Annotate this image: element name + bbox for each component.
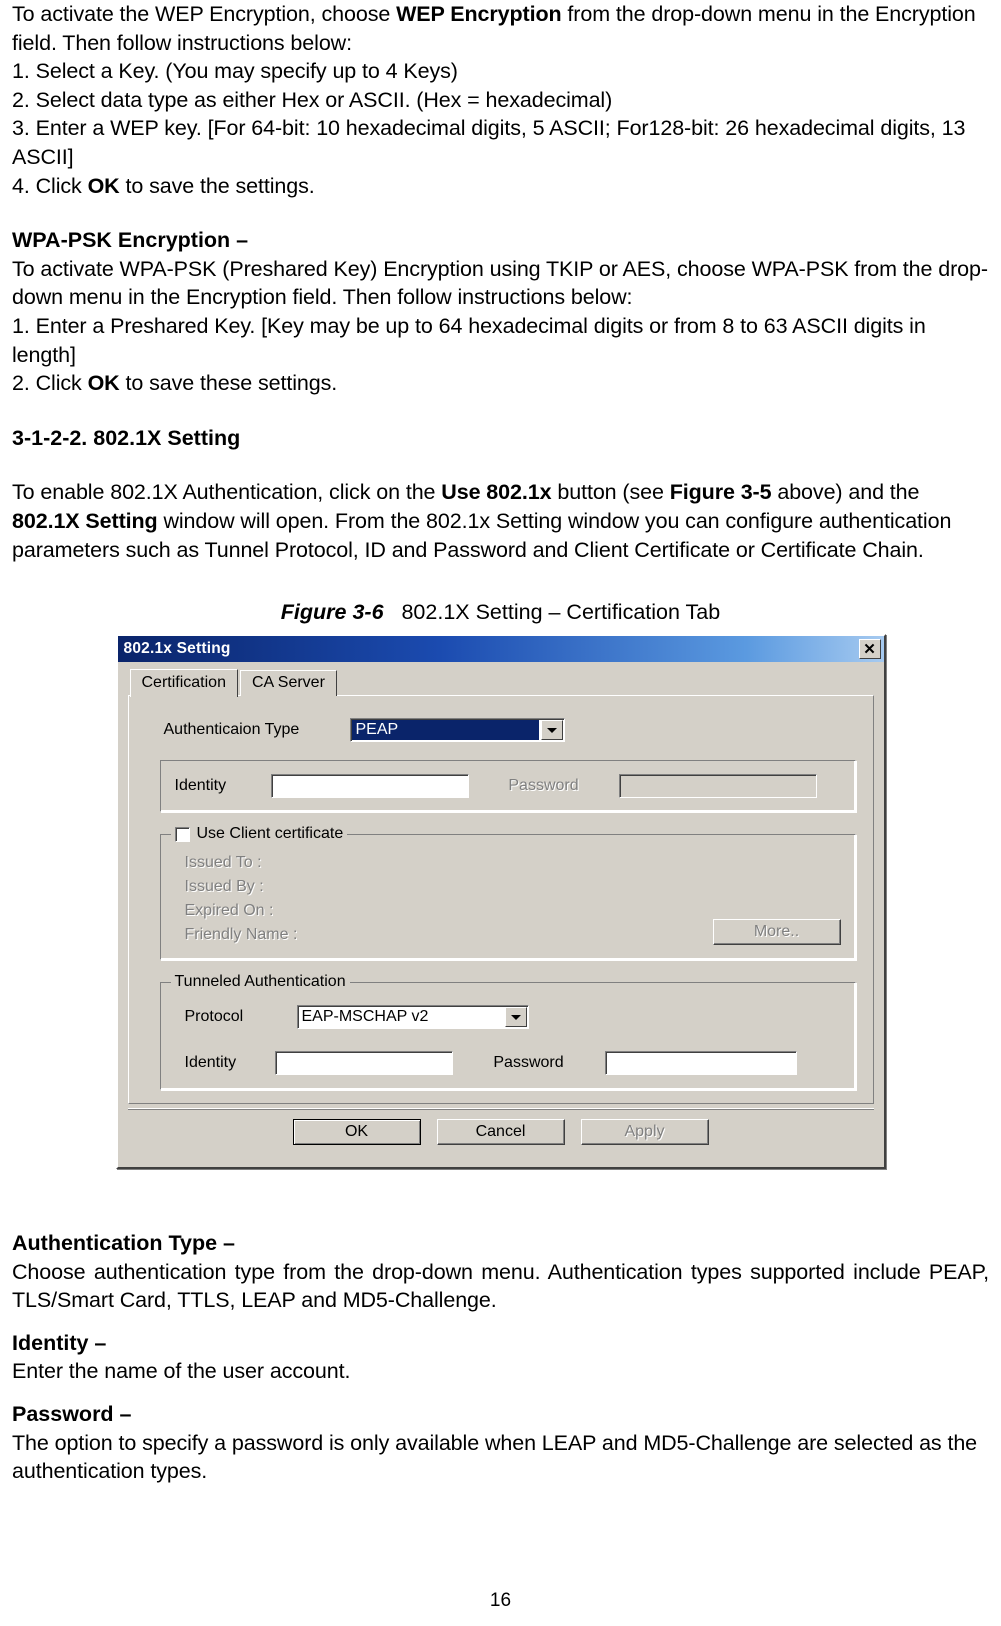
figure-number: Figure 3-6: [280, 600, 384, 625]
password-body: The option to specify a password is only…: [12, 1430, 978, 1484]
wep-intro-paragraph: To activate the WEP Encryption, choose W…: [12, 0, 989, 57]
section-intro-paragraph: To enable 802.1X Authentication, click o…: [12, 478, 989, 564]
cancel-button[interactable]: Cancel: [436, 1119, 565, 1146]
dialog-title: 802.1x Setting: [123, 640, 231, 658]
protocol-dropdown[interactable]: EAP-MSCHAP v2: [296, 1005, 529, 1030]
wep-step-4-text-1: 4. Click: [12, 173, 88, 198]
use-client-certificate-group: Use Client certificate Issued To : Issue…: [159, 825, 856, 961]
wpa-step-2: 2. Click OK to save these settings.: [12, 369, 989, 398]
wep-step-1: 1. Select a Key. (You may specify up to …: [12, 59, 458, 84]
section-text-1: To enable 802.1X Authentication, click o…: [12, 480, 442, 505]
auth-type-dropdown[interactable]: PEAP: [349, 718, 565, 743]
figure-3-5-ref: Figure 3-5: [669, 480, 772, 505]
wpa-step-2-text-2: to save these settings.: [119, 371, 338, 396]
802-1x-setting-term: 802.1X Setting: [12, 508, 158, 533]
tab-ca-server[interactable]: CA Server: [239, 670, 337, 697]
use-client-certificate-checkbox[interactable]: [174, 826, 190, 842]
chevron-down-icon[interactable]: [504, 1007, 527, 1028]
dialog-titlebar[interactable]: 802.1x Setting ✕: [117, 636, 884, 663]
figure-image: 802.1x Setting ✕ Certification CA Server…: [12, 634, 989, 1170]
friendly-name-label: Friendly Name :: [184, 926, 298, 944]
document-page: To activate the WEP Encryption, choose W…: [0, 0, 1001, 1626]
tunneled-authentication-label: Tunneled Authentication: [174, 973, 346, 991]
figure-caption-text: 802.1X Setting – Certification Tab: [401, 600, 721, 625]
identity-body: Enter the name of the user account.: [12, 1359, 351, 1384]
authentication-type-term: Authentication Type –: [12, 1231, 235, 1256]
dialog-body: Certification CA Server Authenticaion Ty…: [118, 662, 884, 1167]
wep-step-3: 3. Enter a WEP key. [For 64-bit: 10 hexa…: [12, 116, 966, 169]
802-1x-setting-dialog: 802.1x Setting ✕ Certification CA Server…: [115, 634, 886, 1170]
expired-on-label: Expired On :: [184, 902, 274, 920]
tunneled-identity-input[interactable]: [274, 1051, 453, 1076]
tunneled-identity-label: Identity: [184, 1054, 237, 1072]
tunneled-identity-row: Identity Password: [175, 1051, 841, 1076]
wpa-step-2-text-1: 2. Click: [12, 371, 88, 396]
issued-to-label: Issued To :: [184, 854, 262, 872]
protocol-row: Protocol EAP-MSCHAP v2: [175, 1005, 841, 1030]
password-term: Password –: [12, 1402, 132, 1427]
identity-input[interactable]: [270, 774, 469, 799]
protocol-value: EAP-MSCHAP v2: [301, 1008, 429, 1026]
identity-password-group: Identity Password: [159, 760, 856, 813]
dialog-button-bar: OK Cancel Apply: [127, 1108, 874, 1157]
tunneled-password-input[interactable]: [604, 1051, 797, 1076]
apply-button: Apply: [580, 1119, 709, 1146]
page-number: 16: [489, 1590, 512, 1611]
ok-button[interactable]: OK: [292, 1119, 421, 1146]
auth-type-value: PEAP: [351, 720, 539, 741]
identity-row: Identity Password: [174, 774, 841, 799]
tunneled-authentication-title: Tunneled Authentication: [170, 973, 350, 992]
identity-label: Identity: [174, 777, 227, 795]
wep-intro-text-1: To activate the WEP Encryption, choose: [12, 2, 397, 26]
tunneled-authentication-group: Tunneled Authentication Protocol EAP-MSC…: [159, 973, 856, 1091]
use-client-certificate-label: Use Client certificate: [196, 825, 344, 843]
section-text-2: button (see: [551, 480, 670, 505]
auth-type-label: Authenticaion Type: [163, 721, 300, 739]
tab-strip: Certification CA Server: [129, 669, 874, 698]
wpa-psk-heading: WPA-PSK Encryption –: [12, 228, 249, 253]
wpa-psk-body: To activate WPA-PSK (Preshared Key) Encr…: [12, 256, 988, 310]
identity-term: Identity –: [12, 1330, 107, 1355]
section-heading-802-1x: 3-1-2-2. 802.1X Setting: [12, 425, 241, 450]
password-input: [618, 774, 817, 799]
ok-term-2: OK: [87, 371, 120, 396]
certification-tab-panel: Authenticaion Type PEAP Identity Passwor…: [127, 695, 874, 1105]
tab-certification[interactable]: Certification: [129, 669, 238, 698]
use-802-1x-term: Use 802.1x: [441, 480, 552, 505]
auth-type-row: Authenticaion Type PEAP: [163, 718, 860, 743]
wep-step-4-text-2: to save the settings.: [119, 173, 315, 198]
figure-caption: Figure 3-6 802.1X Setting – Certificatio…: [12, 598, 989, 626]
authentication-type-body: Choose authentication type from the drop…: [12, 1259, 989, 1313]
close-icon[interactable]: ✕: [858, 639, 881, 660]
wep-encryption-term: WEP Encryption: [396, 2, 562, 26]
password-label: Password: [508, 777, 579, 795]
tunneled-password-label: Password: [493, 1054, 564, 1072]
issued-by-label: Issued By :: [184, 878, 264, 896]
chevron-down-icon[interactable]: [540, 720, 563, 741]
wep-step-2: 2. Select data type as either Hex or ASC…: [12, 87, 613, 112]
more-button: More..: [712, 919, 841, 946]
ok-term-1: OK: [87, 173, 120, 198]
client-cert-fields: Issued To : Issued By : Expired On : Fri…: [175, 851, 841, 947]
wep-step-4: 4. Click OK to save the settings.: [12, 172, 989, 201]
wpa-step-1: 1. Enter a Preshared Key. [Key may be up…: [12, 313, 926, 367]
protocol-label: Protocol: [184, 1008, 244, 1026]
section-text-3: above) and the: [771, 480, 920, 505]
use-client-certificate-title[interactable]: Use Client certificate: [170, 825, 348, 844]
